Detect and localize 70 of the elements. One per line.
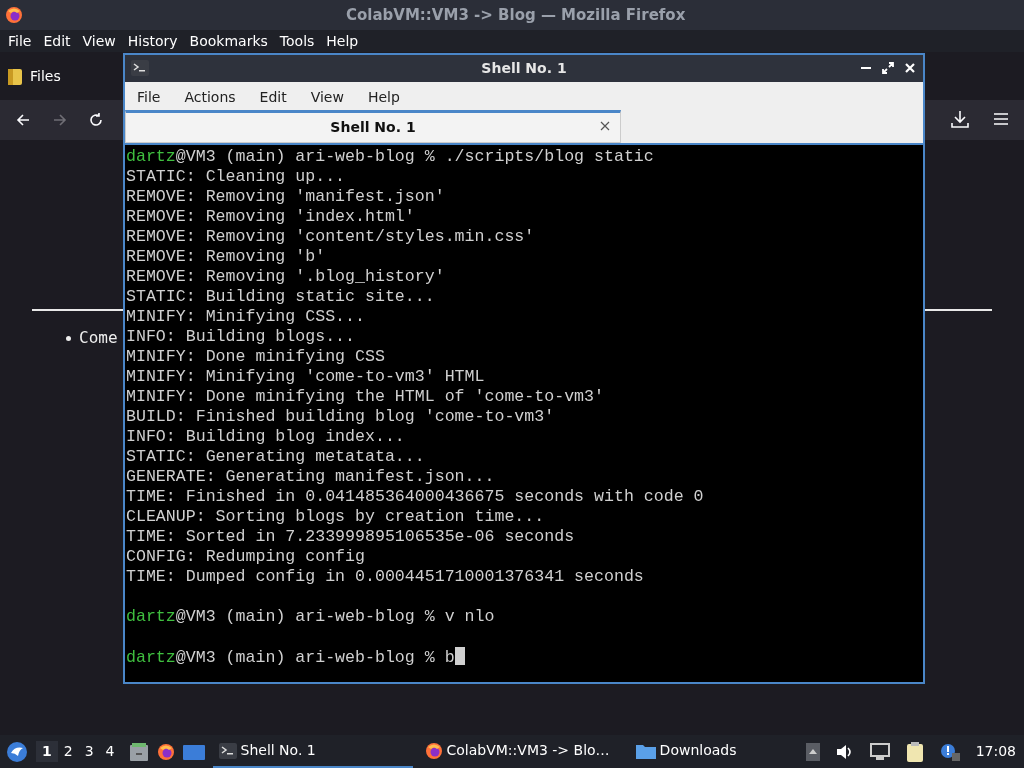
workspace-button[interactable]: 4	[99, 741, 121, 762]
menu-item[interactable]: Actions	[180, 86, 240, 108]
close-tab-icon[interactable]	[600, 121, 610, 131]
workspace-button[interactable]: 1	[36, 741, 58, 762]
folder-icon	[8, 67, 22, 85]
browser-tab[interactable]: Files	[8, 65, 61, 87]
output-line: MINIFY: Done minifying the HTML of 'come-to-vm3'	[126, 387, 605, 407]
clock[interactable]: 17:08	[975, 741, 1016, 762]
output-line: STATIC: Cleaning up...	[126, 167, 347, 187]
menu-item[interactable]: File	[4, 30, 36, 52]
terminal-tab[interactable]: Shell No. 1	[125, 110, 621, 143]
output-line: INFO: Building blog index...	[126, 427, 406, 447]
window-title: Shell No. 1	[481, 59, 567, 78]
workspace-button[interactable]: 2	[57, 741, 79, 762]
bullet-icon	[66, 335, 71, 341]
prompt-line: dartz@VM3 (main) ari-web-blog % v nlo	[126, 607, 496, 627]
output-line: MINIFY: Minifying 'come-to-vm3' HTML	[126, 367, 486, 387]
file-cabinet-icon[interactable]	[128, 741, 149, 762]
reload-button[interactable]	[87, 111, 105, 129]
menu-item[interactable]: Help	[322, 30, 363, 52]
output-line: STATIC: Generating metatata...	[126, 447, 426, 467]
firefox-icon[interactable]	[424, 741, 443, 760]
menu-item[interactable]: Help	[363, 86, 404, 108]
menu-item[interactable]: Edit	[255, 86, 291, 108]
window-icon[interactable]	[182, 742, 205, 761]
output-line: REMOVE: Removing '.blog_history'	[126, 267, 446, 287]
maximize-button[interactable]	[881, 61, 895, 75]
menu-item[interactable]: History	[123, 30, 182, 52]
window-title: ColabVM::VM3 -> Blog — Mozilla Firefox	[346, 4, 686, 26]
menu-item[interactable]: Tools	[275, 30, 319, 52]
output-line: TIME: Dumped config in 0.0004451710001376341 seconds	[126, 567, 645, 587]
start-menu-icon[interactable]	[6, 740, 28, 763]
workspace-button[interactable]: 3	[78, 741, 100, 762]
tab-label: Files	[30, 66, 61, 86]
menu-item[interactable]: File	[133, 86, 165, 108]
menu-icon[interactable]	[993, 112, 1009, 126]
output-line: REMOVE: Removing 'b'	[126, 247, 327, 267]
output-line: REMOVE: Removing 'index.html'	[126, 207, 416, 227]
menu-item[interactable]: View	[78, 30, 120, 52]
terminal-icon[interactable]	[131, 60, 149, 76]
menu-item[interactable]: Edit	[39, 30, 75, 52]
output-line: TIME: Sorted in 7.233999895106535e-06 seconds	[126, 527, 576, 547]
close-button[interactable]	[903, 61, 917, 75]
notification-icon[interactable]	[939, 742, 960, 761]
folder-icon[interactable]	[635, 742, 656, 759]
output-line: REMOVE: Removing 'content/styles.min.css'	[126, 227, 536, 247]
output-line: BUILD: Finished building blog 'come-to-vm3'	[126, 407, 556, 427]
output-line: TIME: Finished in 0.041485364000436675 seconds with code 0	[126, 487, 705, 507]
volume-icon[interactable]	[835, 743, 854, 760]
firefox-icon[interactable]	[156, 742, 175, 761]
firefox-icon[interactable]	[5, 6, 23, 24]
output-line: MINIFY: Done minifying CSS	[126, 347, 386, 367]
terminal-icon[interactable]	[218, 742, 237, 759]
prompt-line: dartz@VM3 (main) ari-web-blog % b	[126, 647, 923, 667]
taskbar-button[interactable]: Downloads	[629, 735, 743, 768]
output-line: CLEANUP: Sorting blogs by creation time...	[126, 507, 546, 527]
output-line: MINIFY: Minifying CSS...	[126, 307, 366, 327]
output-line: CONFIG: Redumping config	[126, 547, 366, 567]
output-line: GENERATE: Generating manifest.json...	[126, 467, 496, 487]
download-icon[interactable]	[951, 110, 969, 128]
taskbar-button[interactable]: ColabVM::VM3 -> Blo…	[418, 735, 616, 768]
output-line: REMOVE: Removing 'manifest.json'	[126, 187, 446, 207]
output-line: STATIC: Building static site...	[126, 287, 436, 307]
taskbar-button[interactable]: Shell No. 1	[212, 735, 413, 768]
output-line: INFO: Building blogs...	[126, 327, 357, 347]
clipboard-icon[interactable]	[905, 741, 924, 762]
menu-item[interactable]: Bookmarks	[185, 30, 272, 52]
list-item: Come	[79, 327, 118, 349]
menu-item[interactable]: View	[306, 86, 348, 108]
prompt-line: dartz@VM3 (main) ari-web-blog % ./scripts/blog static	[126, 147, 655, 167]
